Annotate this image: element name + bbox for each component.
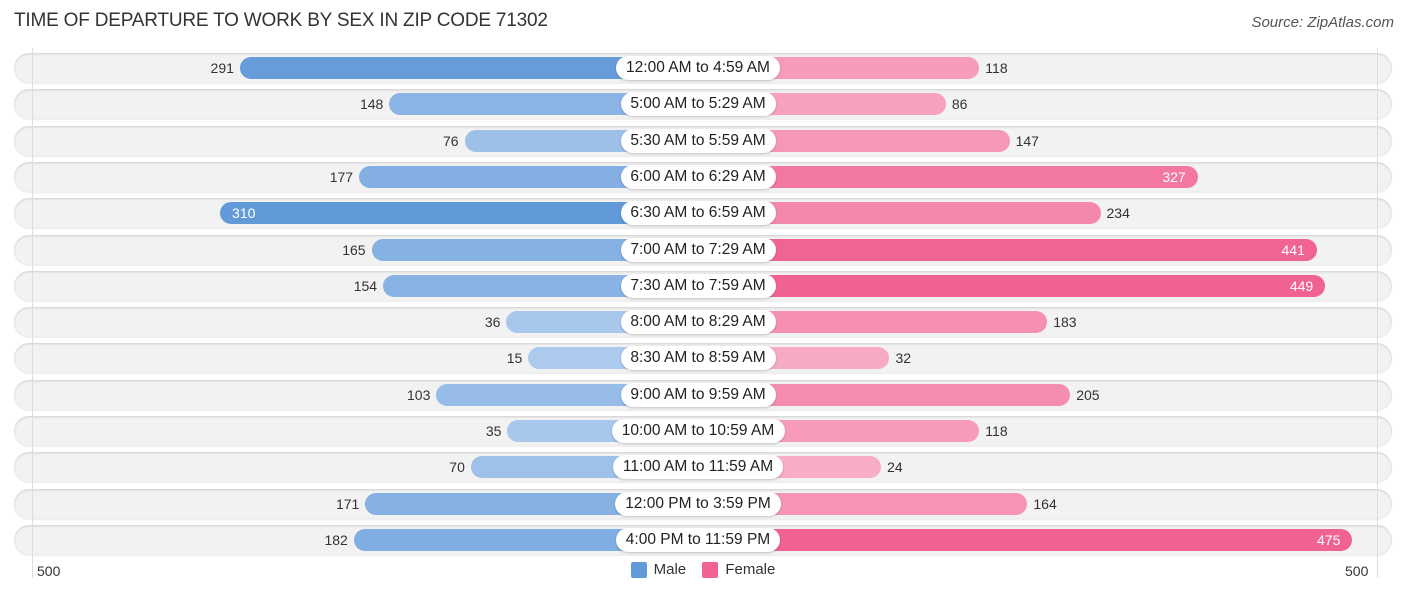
bar-female[interactable] <box>700 528 1353 551</box>
legend: Male Female <box>0 561 1406 582</box>
value-label-male: 148 <box>359 96 384 113</box>
category-label: 12:00 AM to 4:59 AM <box>616 56 780 80</box>
value-label-male: 36 <box>484 314 501 331</box>
value-label-male: 165 <box>342 241 366 258</box>
category-label: 4:00 PM to 11:59 PM <box>616 527 780 552</box>
value-label-male: 154 <box>353 277 378 294</box>
axis-gridline-right <box>1377 48 1378 578</box>
value-label-male: 15 <box>506 350 523 367</box>
value-label-male: 310 <box>232 205 256 222</box>
value-label-male: 182 <box>324 531 348 548</box>
legend-swatch-female <box>702 561 719 578</box>
category-label: 5:00 AM to 5:29 AM <box>620 92 776 117</box>
value-label-male: 177 <box>329 168 354 185</box>
value-label-male: 70 <box>449 459 465 476</box>
legend-item-female[interactable]: Female <box>702 561 775 578</box>
value-label-female: 86 <box>951 96 968 113</box>
value-label-male: 103 <box>407 386 431 403</box>
category-label: 7:00 AM to 7:29 AM <box>620 237 776 262</box>
value-label-female: 24 <box>887 459 903 476</box>
value-label-female: 32 <box>895 350 912 367</box>
legend-label-male: Male <box>653 561 687 578</box>
bar-female[interactable] <box>700 274 1326 297</box>
value-label-female: 449 <box>1289 277 1314 294</box>
legend-item-male[interactable]: Male <box>630 561 687 578</box>
value-label-female: 183 <box>1053 314 1077 331</box>
value-label-male: 291 <box>210 60 234 76</box>
category-label: 10:00 AM to 10:59 AM <box>611 419 785 443</box>
value-label-male: 35 <box>485 423 502 439</box>
category-label: 6:00 AM to 6:29 AM <box>620 164 776 189</box>
value-label-male: 76 <box>443 132 459 149</box>
category-label: 5:30 AM to 5:59 AM <box>620 128 776 153</box>
legend-label-female: Female <box>725 561 776 578</box>
value-label-female: 147 <box>1015 132 1039 149</box>
value-label-female: 475 <box>1317 531 1341 548</box>
category-label: 12:00 PM to 3:59 PM <box>615 491 781 516</box>
value-label-female: 205 <box>1076 386 1100 403</box>
value-label-female: 234 <box>1106 205 1130 222</box>
value-label-male: 171 <box>335 495 360 512</box>
bar-female[interactable] <box>700 238 1317 261</box>
value-label-female: 118 <box>985 60 1008 76</box>
category-label: 9:00 AM to 9:59 AM <box>620 382 776 407</box>
category-label: 8:30 AM to 8:59 AM <box>620 346 776 371</box>
chart-area: 291 118 12:00 AM to 4:59 AM 148 86 5:00 AM to… <box>0 0 1406 594</box>
value-label-female: 441 <box>1281 241 1305 258</box>
value-label-female: 164 <box>1033 495 1057 512</box>
legend-swatch-male <box>630 561 647 578</box>
value-label-female: 327 <box>1162 168 1186 185</box>
axis-gridline-left <box>32 48 33 578</box>
value-label-female: 118 <box>985 423 1008 439</box>
category-label: 11:00 AM to 11:59 AM <box>613 455 783 480</box>
category-label: 6:30 AM to 6:59 AM <box>620 201 776 226</box>
category-label: 8:00 AM to 8:29 AM <box>620 310 776 335</box>
category-label: 7:30 AM to 7:59 AM <box>620 273 776 298</box>
